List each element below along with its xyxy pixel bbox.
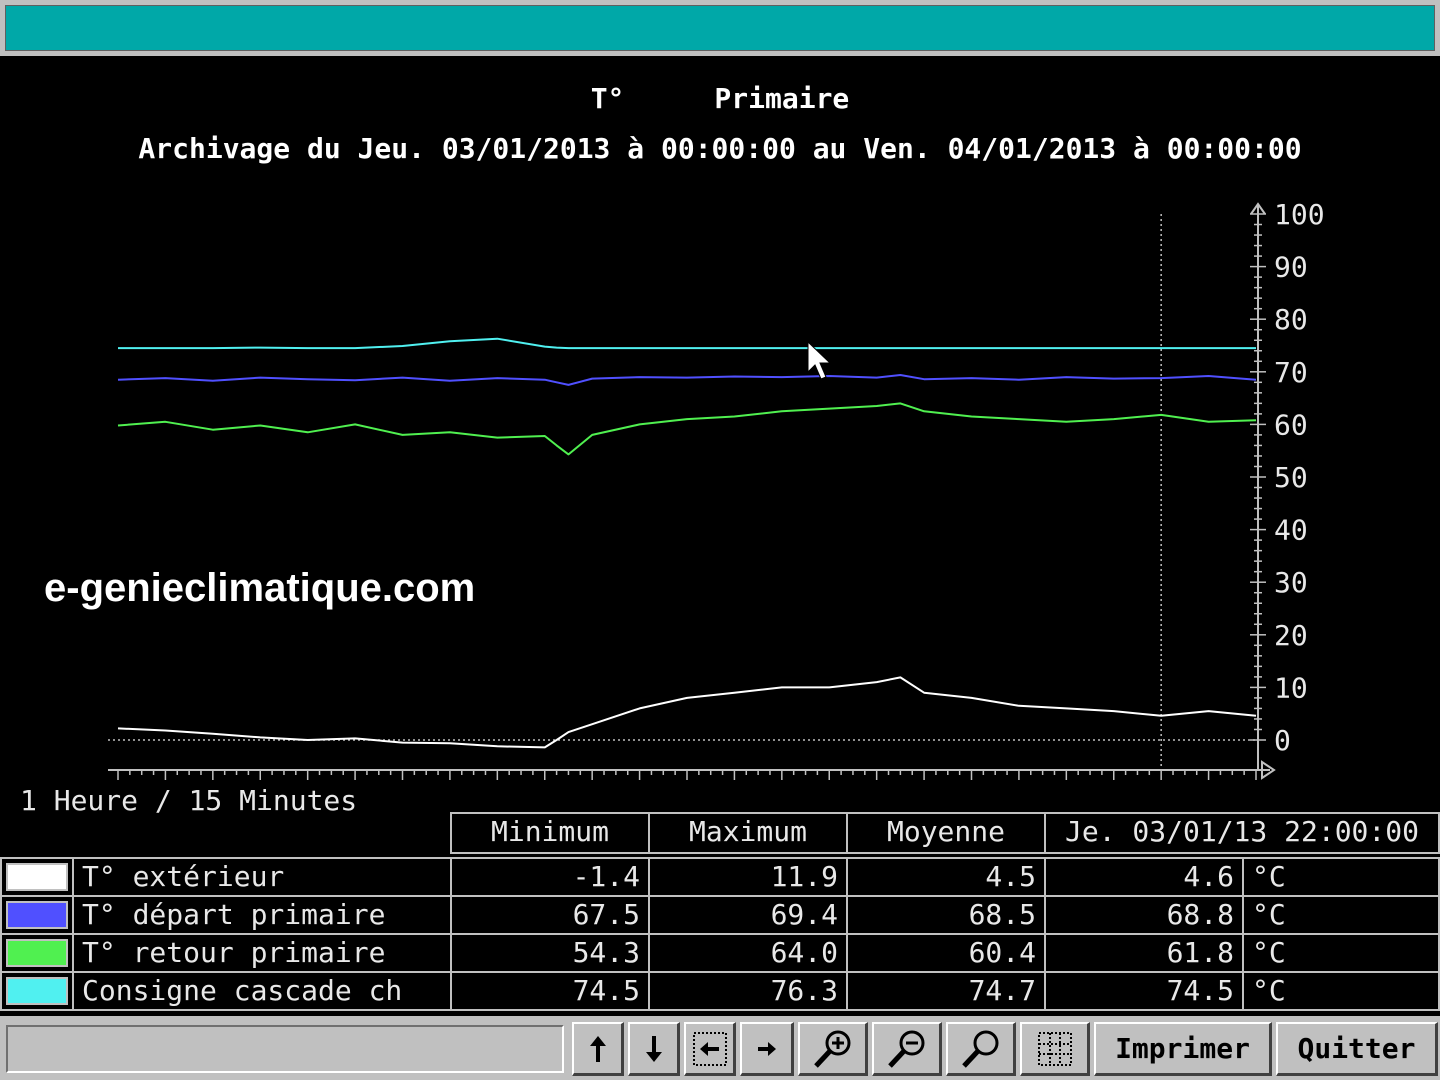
cell-max: 76.3 [648,971,848,1011]
y-tick-label: 70 [1274,356,1308,389]
y-tick-label: 40 [1274,514,1308,547]
chart-title-right: Primaire [714,82,850,115]
arrow-left-icon [692,1031,727,1066]
cell-cursor: 4.6 [1044,857,1244,897]
header-average: Moyenne [846,812,1046,854]
archive-period: Archivage du Jeu. 03/01/2013 à 00:00:00 … [138,132,1302,165]
quit-button[interactable]: Quitter [1276,1022,1438,1076]
cell-label[interactable]: T° départ primaire [72,895,452,935]
legend-swatch [6,939,68,967]
chart-title: T° Primaire [0,82,1440,115]
arrow-right-icon [757,1041,776,1056]
zoom-icon [961,1030,998,1068]
series-line [118,337,1256,350]
legend-swatch [6,863,68,891]
y-tick-label: 100 [1274,198,1325,231]
y-tick-label: 80 [1274,303,1308,336]
y-tick-label: 10 [1274,671,1308,704]
zoom-reset-button[interactable] [946,1022,1016,1076]
cell-avg: 60.4 [846,933,1046,973]
header-maximum: Maximum [648,812,848,854]
series-line [117,402,1257,456]
cell-max: 11.9 [648,857,848,897]
y-tick-label: 50 [1274,461,1308,494]
legend-swatch [6,901,68,929]
y-tick-label: 90 [1274,251,1308,284]
arrow-up-icon [589,1035,606,1062]
zoom-in-button[interactable] [798,1022,868,1076]
cell-max: 69.4 [648,895,848,935]
chart-title-left: T° [590,82,625,115]
cell-cursor: 61.8 [1044,933,1244,973]
arrow-down-icon [645,1035,662,1062]
cell-cursor: 74.5 [1044,971,1244,1011]
watermark: e-genieclimatique.com [44,566,476,610]
cell-min: 74.5 [450,971,650,1011]
zoom-in-icon [813,1030,850,1068]
zoom-out-icon [887,1030,924,1068]
cell-unit: °C [1242,933,1440,973]
cell-cursor: 68.8 [1044,895,1244,935]
header-cursor-date: Je. 03/01/13 22:00:00 [1044,812,1440,854]
title-bar [0,0,1440,56]
cell-min: 67.5 [450,895,650,935]
print-button[interactable]: Imprimer [1094,1022,1272,1076]
y-tick-label: 20 [1274,619,1308,652]
y-tick-label: 0 [1274,724,1291,757]
cell-avg: 68.5 [846,895,1046,935]
cell-unit: °C [1242,971,1440,1011]
series-line [117,676,1257,749]
scroll-up-button[interactable] [572,1022,624,1076]
grid-toggle-button[interactable] [1020,1022,1090,1076]
cell-label[interactable]: T° retour primaire [72,933,452,973]
cell-max: 64.0 [648,933,848,973]
series-line [117,374,1257,386]
cell-min: -1.4 [450,857,650,897]
legend-swatch [6,977,68,1005]
cell-avg: 74.7 [846,971,1046,1011]
scroll-down-button[interactable] [628,1022,680,1076]
scroll-right-button[interactable] [740,1022,794,1076]
grid-icon [1037,1031,1072,1066]
time-resolution-label: 1 Heure / 15 Minutes [20,784,358,817]
scroll-left-button[interactable] [684,1022,736,1076]
zoom-out-button[interactable] [872,1022,942,1076]
title-bar-fill [5,5,1435,51]
y-tick-label: 60 [1274,408,1308,441]
cell-unit: °C [1242,857,1440,897]
cell-label[interactable]: T° extérieur [72,857,452,897]
y-tick-label: 30 [1274,566,1308,599]
cell-min: 54.3 [450,933,650,973]
cell-avg: 4.5 [846,857,1046,897]
trend-chart[interactable]: 0 10 20 30 40 50 60 70 80 90 100 [0,190,1440,790]
header-minimum: Minimum [450,812,650,854]
cell-label[interactable]: Consigne cascade ch [72,971,452,1011]
status-field [6,1025,564,1073]
cell-unit: °C [1242,895,1440,935]
